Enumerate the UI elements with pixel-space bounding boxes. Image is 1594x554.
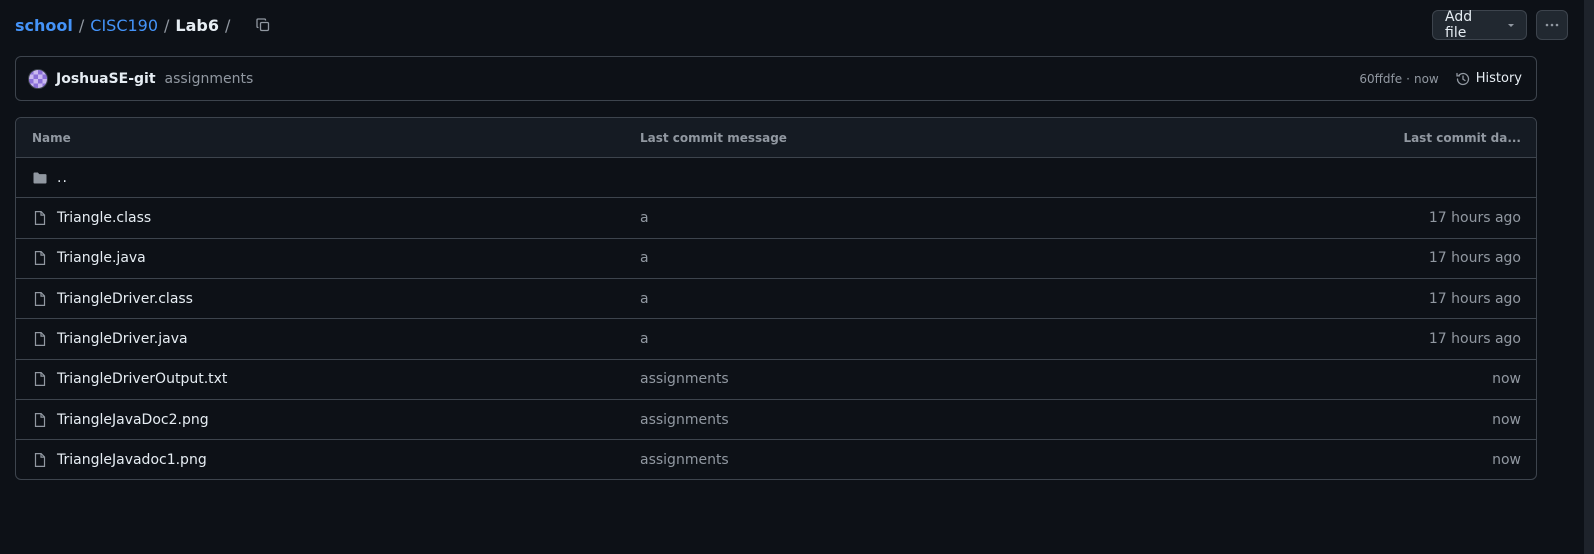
file-name-link[interactable]: TriangleJavaDoc2.png <box>57 412 209 428</box>
table-row[interactable]: TriangleJavaDoc2.png assignments now <box>16 400 1536 441</box>
breadcrumb-folder-link[interactable]: CISC190 <box>90 16 158 35</box>
commit-message-link[interactable]: a <box>640 250 649 266</box>
breadcrumb-current: Lab6 <box>175 15 219 35</box>
commit-time: now <box>1413 71 1439 86</box>
file-table: Name Last commit message Last commit da.… <box>15 117 1537 480</box>
commit-sha[interactable]: 60ffdfe <box>1359 72 1402 86</box>
commit-date: now <box>1492 452 1521 469</box>
folder-icon <box>32 170 48 186</box>
commit-message-link[interactable]: assignments <box>640 412 729 428</box>
name-cell: Triangle.class <box>32 210 151 226</box>
breadcrumb-separator: / <box>164 15 170 35</box>
file-icon <box>32 210 48 226</box>
file-icon <box>32 412 48 428</box>
history-icon <box>1455 71 1471 87</box>
file-icon <box>32 331 48 347</box>
commit-separator: · <box>1406 71 1410 86</box>
table-row[interactable]: TriangleDriver.java a 17 hours ago <box>16 319 1536 360</box>
commit-message-link[interactable]: a <box>640 331 649 347</box>
commit-message-link[interactable]: a <box>640 291 649 307</box>
header-actions: Add file <box>1432 9 1568 41</box>
latest-commit-bar: JoshuaSE-git assignments 60ffdfe · now H… <box>15 56 1537 101</box>
commit-date: 17 hours ago <box>1428 209 1521 226</box>
name-cell: TriangleDriver.class <box>32 291 193 307</box>
name-cell: TriangleDriver.java <box>32 331 188 347</box>
copy-path-button[interactable] <box>250 12 276 38</box>
triangle-down-icon <box>1506 20 1516 30</box>
column-header-date: Last commit da... <box>1403 130 1521 145</box>
history-label: History <box>1475 71 1522 86</box>
scrollbar[interactable] <box>1584 0 1594 554</box>
commit-message-link[interactable]: a <box>640 210 649 226</box>
commit-message-link[interactable]: assignments <box>640 452 729 468</box>
breadcrumb-separator: / <box>225 15 231 35</box>
table-row[interactable]: TriangleDriverOutput.txt assignments now <box>16 360 1536 400</box>
avatar[interactable] <box>28 68 48 89</box>
commit-date: 17 hours ago <box>1428 290 1521 307</box>
name-cell: TriangleDriverOutput.txt <box>32 371 227 387</box>
file-name-link[interactable]: TriangleDriver.class <box>57 291 193 307</box>
table-row[interactable]: TriangleDriver.class a 17 hours ago <box>16 279 1536 320</box>
add-file-button[interactable]: Add file <box>1432 9 1527 41</box>
name-cell: TriangleJavaDoc2.png <box>32 412 209 428</box>
file-icon <box>32 291 48 307</box>
breadcrumb: school / CISC190 / Lab6 / <box>15 16 236 35</box>
table-row[interactable]: Triangle.java a 17 hours ago <box>16 239 1536 279</box>
table-row[interactable]: Triangle.class a 17 hours ago <box>16 198 1536 239</box>
commit-meta: 60ffdfe · now History <box>1359 71 1522 87</box>
kebab-horizontal-icon <box>1544 17 1560 33</box>
commit-date: now <box>1492 411 1521 428</box>
commit-date: 17 hours ago <box>1428 330 1521 347</box>
file-icon <box>32 250 48 266</box>
name-cell: Triangle.java <box>32 250 146 266</box>
commit-date: 17 hours ago <box>1428 250 1521 267</box>
table-row[interactable]: TriangleJavadoc1.png assignments now <box>16 440 1536 479</box>
file-icon <box>32 371 48 387</box>
repo-header: school / CISC190 / Lab6 / Add file <box>15 9 1568 41</box>
parent-directory-row[interactable]: .. <box>16 158 1536 199</box>
column-header-message: Last commit message <box>640 130 787 145</box>
file-name-link[interactable]: Triangle.class <box>57 210 151 226</box>
copy-icon <box>255 17 271 33</box>
file-name-link[interactable]: TriangleDriver.java <box>57 331 188 347</box>
file-name-link[interactable]: TriangleJavadoc1.png <box>57 452 207 468</box>
breadcrumb-separator: / <box>78 15 85 35</box>
repo-browser: school / CISC190 / Lab6 / Add file Joshu… <box>0 0 1594 554</box>
commit-message-link[interactable]: assignments <box>640 371 729 387</box>
more-options-button[interactable] <box>1536 10 1568 40</box>
breadcrumb-repo-link[interactable]: school <box>15 16 73 35</box>
commit-author[interactable]: JoshuaSE-git <box>56 71 156 87</box>
table-header: Name Last commit message Last commit da.… <box>16 118 1536 158</box>
commit-date: now <box>1492 371 1521 388</box>
file-name-link[interactable]: TriangleDriverOutput.txt <box>57 371 227 387</box>
column-header-name: Name <box>32 130 71 145</box>
name-cell: TriangleJavadoc1.png <box>32 452 207 468</box>
commit-message[interactable]: assignments <box>165 71 254 87</box>
file-name-link[interactable]: Triangle.java <box>57 250 146 266</box>
name-cell: .. <box>32 170 68 186</box>
parent-directory-link[interactable]: .. <box>57 170 68 186</box>
history-button[interactable]: History <box>1455 71 1522 87</box>
add-file-label: Add file <box>1445 9 1473 41</box>
file-icon <box>32 452 48 468</box>
